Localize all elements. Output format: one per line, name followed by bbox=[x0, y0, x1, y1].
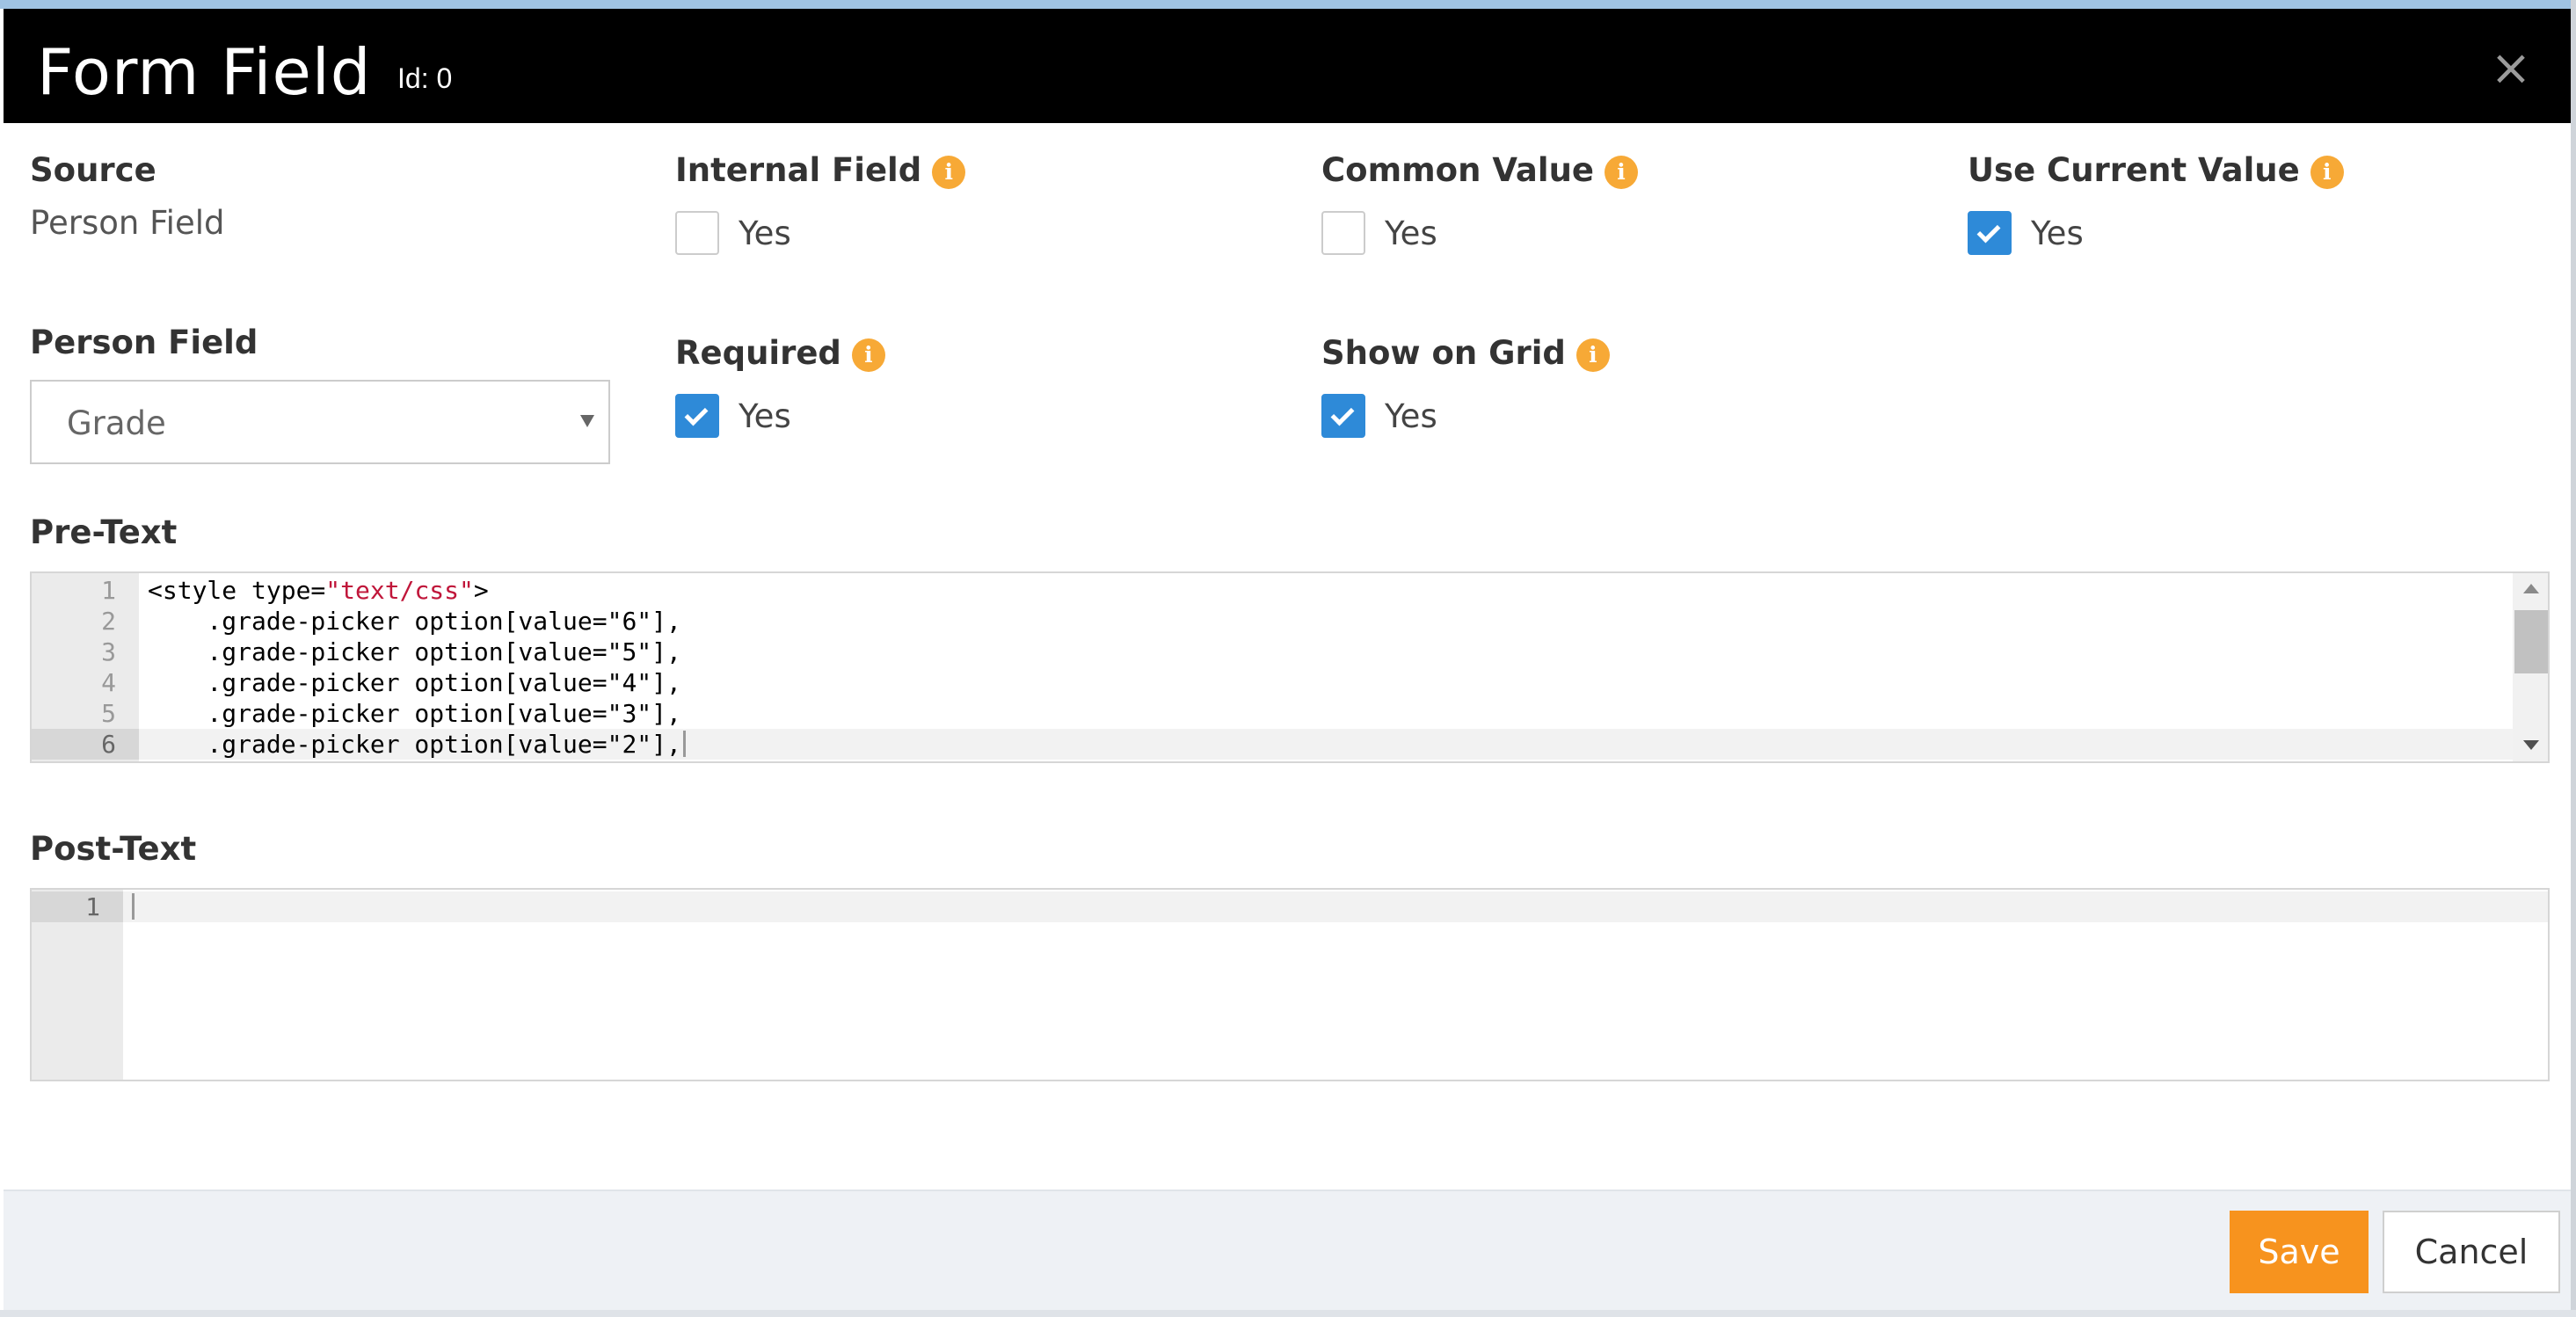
pre-text-editor[interactable]: 1 2 3 4 5 6 <style type="text/css"> .gra… bbox=[30, 571, 2550, 763]
modal-footer: Save Cancel bbox=[4, 1190, 2571, 1310]
code-line: .grade-picker option[value="3"], bbox=[148, 699, 681, 728]
common-value-label: Common Value i bbox=[1321, 151, 1639, 189]
internal-field-checkbox[interactable] bbox=[675, 211, 719, 255]
required-checkbox[interactable] bbox=[675, 394, 719, 438]
code-string: "text/css" bbox=[325, 576, 474, 605]
active-line-highlight bbox=[123, 891, 2548, 922]
pre-text-gutter: 1 2 3 4 5 6 bbox=[32, 573, 139, 761]
person-field-select[interactable]: Grade bbox=[30, 380, 610, 464]
use-current-value-option-label: Yes bbox=[2031, 215, 2084, 252]
window-bottom-strip bbox=[0, 1310, 2576, 1317]
text-cursor bbox=[132, 893, 135, 920]
required-label: Required i bbox=[675, 334, 885, 372]
line-number: 4 bbox=[101, 668, 116, 697]
modal-id-label: Id: 0 bbox=[397, 62, 453, 94]
info-icon[interactable]: i bbox=[1575, 338, 1610, 372]
show-on-grid-checkbox[interactable] bbox=[1321, 394, 1365, 438]
code-line: .grade-picker option[value="5"], bbox=[148, 637, 681, 666]
source-label-text: Source bbox=[30, 151, 156, 189]
person-field-label: Person Field bbox=[30, 324, 258, 361]
pre-text-label: Pre-Text bbox=[30, 513, 177, 551]
line-number-active: 1 bbox=[32, 891, 123, 922]
show-on-grid-label: Show on Grid i bbox=[1321, 334, 1610, 372]
modal-header: Form Field Id: 0 × bbox=[4, 9, 2571, 123]
modal-title: Form Field bbox=[37, 35, 372, 109]
pre-text-label-text: Pre-Text bbox=[30, 513, 178, 551]
person-field-label-text: Person Field bbox=[30, 324, 258, 361]
line-number: 3 bbox=[101, 637, 116, 666]
line-number-active: 6 bbox=[32, 729, 139, 760]
code-line: .grade-picker option[value="4"], bbox=[148, 668, 681, 697]
show-on-grid-label-text: Show on Grid bbox=[1321, 334, 1566, 372]
check-icon bbox=[1976, 219, 2001, 244]
scroll-up-icon[interactable] bbox=[2523, 584, 2539, 593]
common-value-option-label: Yes bbox=[1385, 215, 1437, 252]
use-current-value-checkbox[interactable] bbox=[1968, 211, 2012, 255]
code-line: <style type="text/css"> bbox=[148, 575, 489, 606]
save-button[interactable]: Save bbox=[2230, 1211, 2369, 1293]
window-top-strip bbox=[0, 0, 2576, 9]
show-on-grid-option-label: Yes bbox=[1385, 397, 1437, 435]
code-line: .grade-picker option[value="6"], bbox=[148, 607, 681, 636]
check-icon bbox=[684, 402, 709, 426]
info-icon[interactable]: i bbox=[1605, 156, 1639, 189]
chevron-down-icon bbox=[580, 415, 594, 427]
line-number: 5 bbox=[101, 699, 116, 728]
common-value-checkbox[interactable] bbox=[1321, 211, 1365, 255]
required-option-label: Yes bbox=[739, 397, 791, 435]
source-label: Source bbox=[30, 151, 156, 189]
post-text-label-text: Post-Text bbox=[30, 830, 197, 868]
close-icon[interactable]: × bbox=[2486, 44, 2536, 93]
use-current-value-label: Use Current Value i bbox=[1968, 151, 2344, 189]
scroll-down-icon[interactable] bbox=[2523, 740, 2539, 750]
line-number: 1 bbox=[101, 576, 116, 605]
code-line bbox=[130, 891, 135, 922]
internal-field-option-label: Yes bbox=[739, 215, 791, 252]
text-cursor bbox=[682, 731, 686, 757]
internal-field-label: Internal Field i bbox=[675, 151, 966, 189]
pre-text-scrollbar-thumb[interactable] bbox=[2514, 610, 2548, 673]
window-right-strip bbox=[2571, 0, 2576, 1317]
common-value-label-text: Common Value bbox=[1321, 151, 1595, 189]
post-text-editor[interactable]: 1 bbox=[30, 888, 2550, 1081]
info-icon[interactable]: i bbox=[851, 338, 885, 372]
line-number: 2 bbox=[101, 607, 116, 636]
required-label-text: Required bbox=[675, 334, 841, 372]
info-icon[interactable]: i bbox=[2310, 156, 2344, 189]
cancel-button[interactable]: Cancel bbox=[2383, 1211, 2560, 1293]
check-icon bbox=[1330, 402, 1355, 426]
source-value: Person Field bbox=[30, 204, 225, 242]
code-text: > bbox=[473, 576, 489, 605]
code-text: .grade-picker option[value="2"], bbox=[148, 730, 681, 759]
person-field-selected-value: Grade bbox=[67, 404, 166, 442]
use-current-value-label-text: Use Current Value bbox=[1968, 151, 2300, 189]
code-line: .grade-picker option[value="2"], bbox=[148, 729, 686, 760]
post-text-label: Post-Text bbox=[30, 830, 196, 868]
post-text-gutter: 1 bbox=[32, 890, 123, 1080]
info-icon[interactable]: i bbox=[932, 156, 966, 189]
code-text: <style type= bbox=[148, 576, 326, 605]
internal-field-label-text: Internal Field bbox=[675, 151, 922, 189]
